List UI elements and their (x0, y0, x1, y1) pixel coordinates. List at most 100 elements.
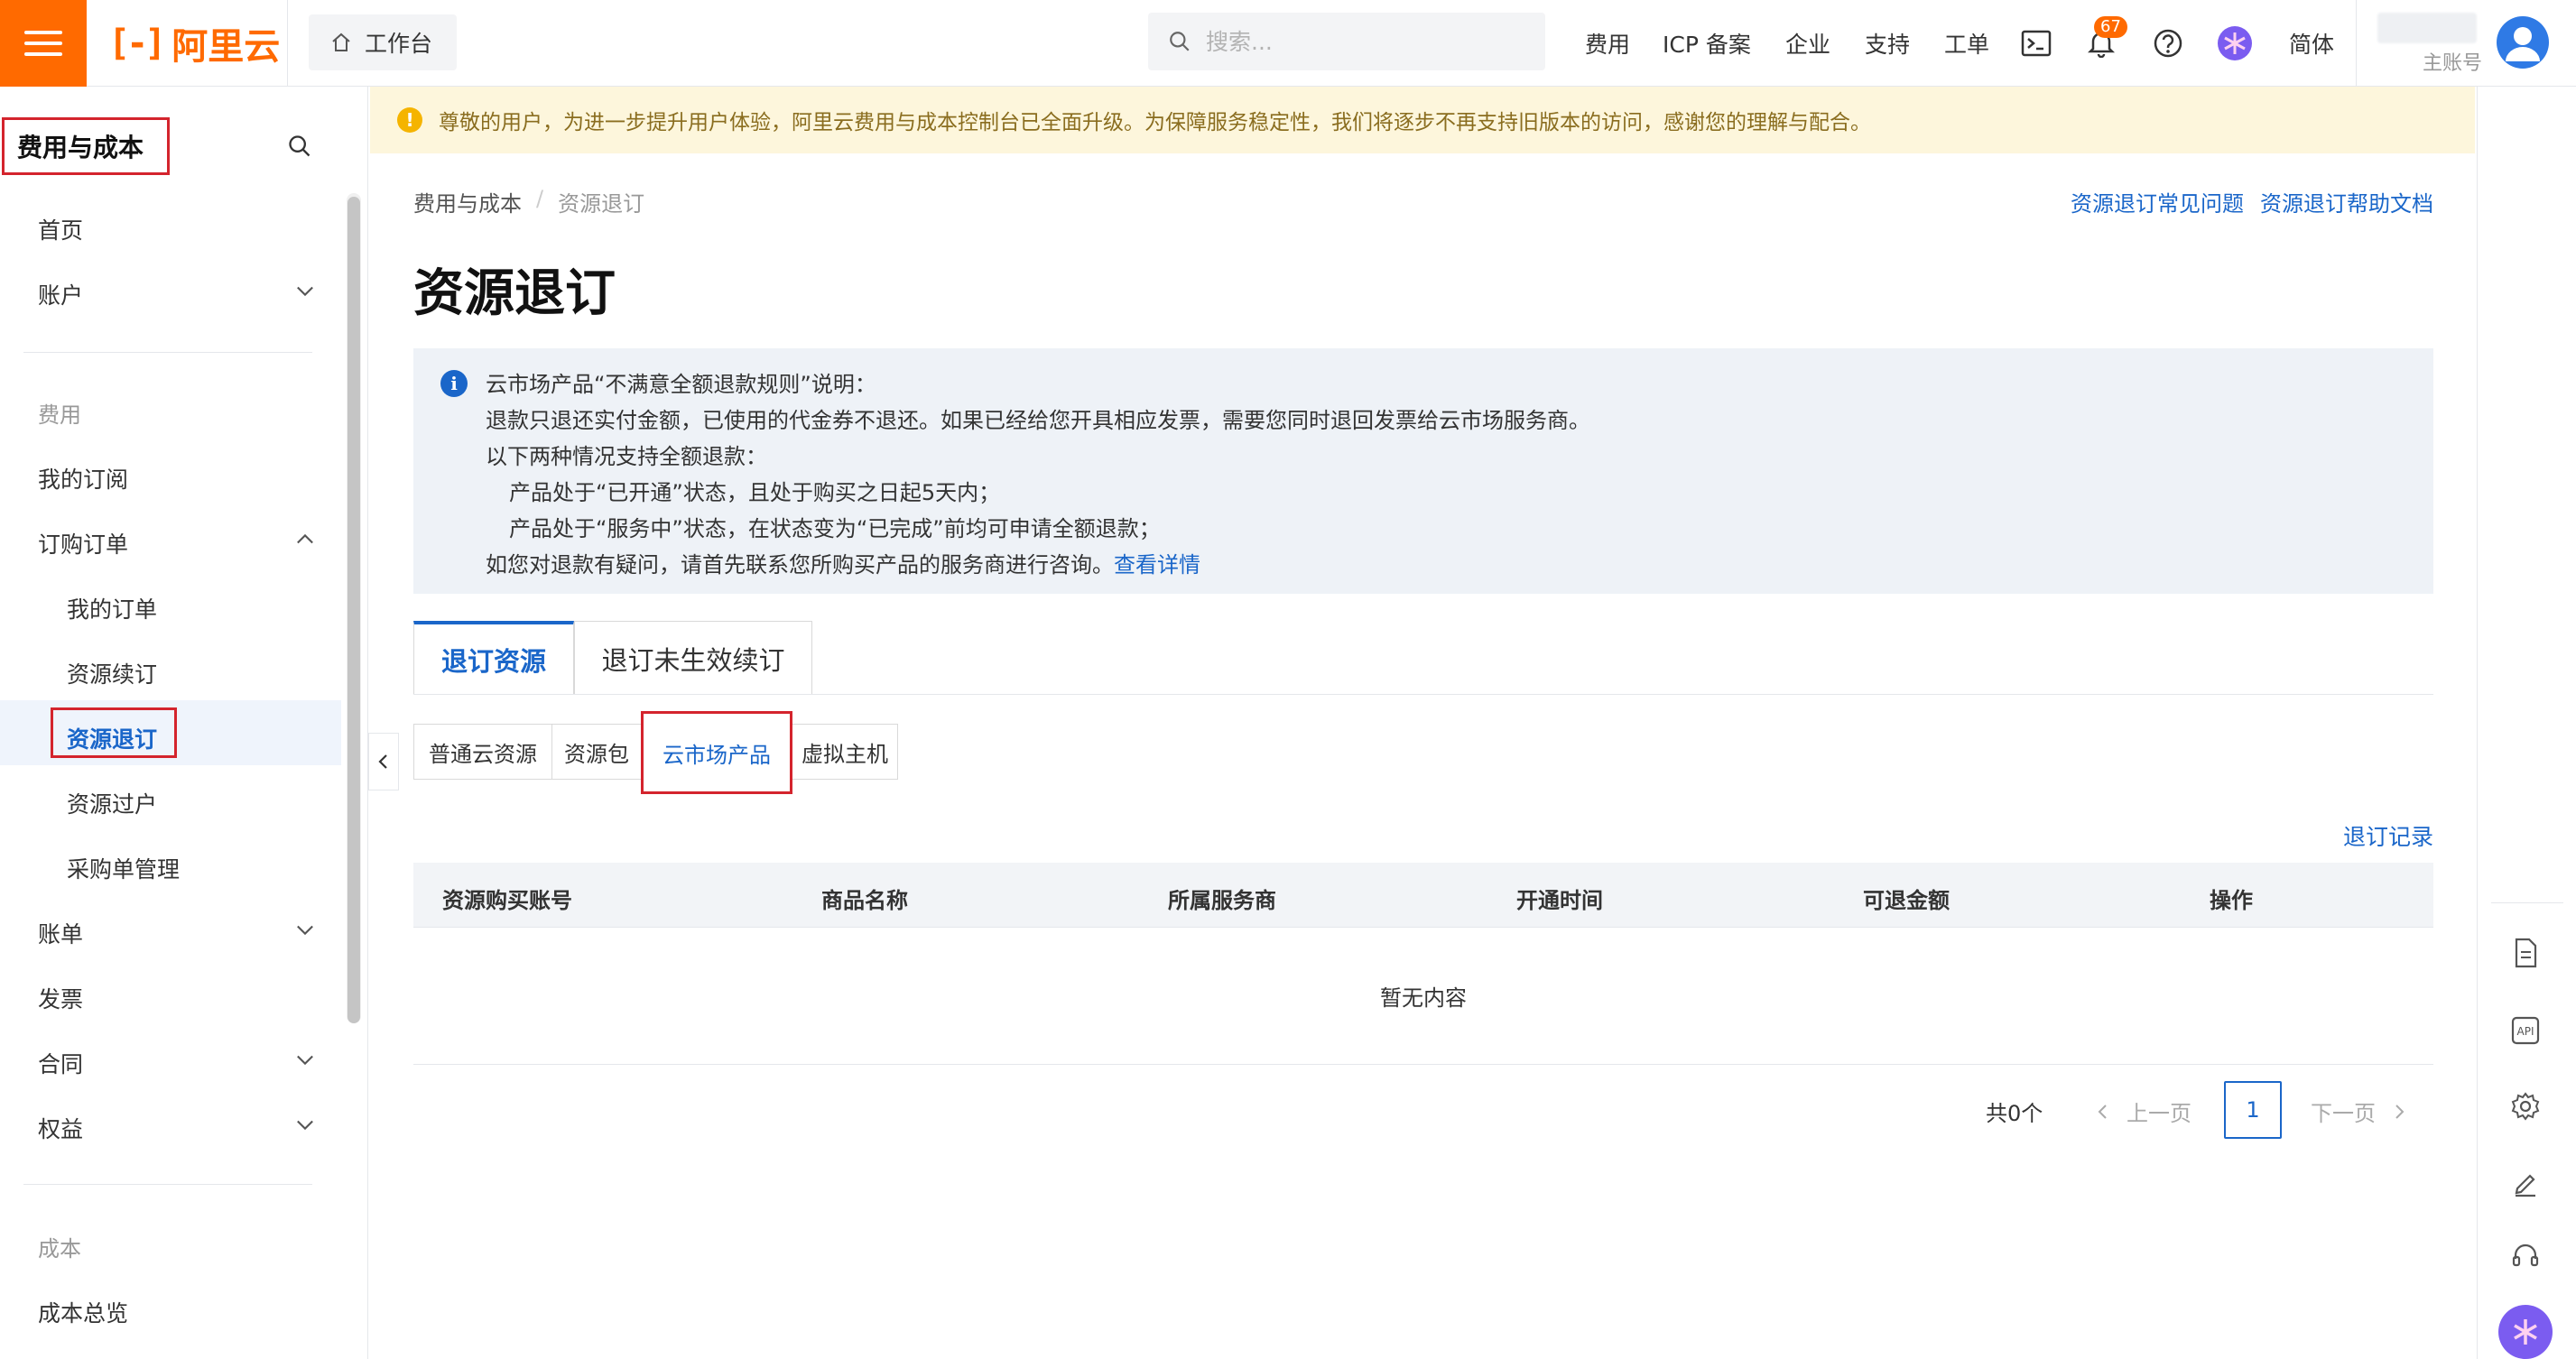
sidebar-group-cost: 成本 (38, 1236, 81, 1262)
column-header: 商品名称 (821, 888, 908, 913)
help-icon[interactable] (2148, 23, 2188, 63)
workbench-label: 工作台 (365, 31, 433, 57)
nav-ticket[interactable]: 工单 (1944, 0, 1989, 87)
chevron-up-icon[interactable] (292, 527, 318, 558)
nav-fee[interactable]: 费用 (1585, 0, 1630, 87)
chevron-down-icon[interactable] (292, 1047, 318, 1077)
help-doc-link[interactable]: 资源退订帮助文档 (2260, 186, 2433, 217)
main-tabs: 退订资源 退订未生效续订 (413, 621, 812, 695)
logo-text: 阿里云 (171, 26, 281, 68)
edit-icon[interactable] (2502, 1159, 2549, 1206)
chevron-down-icon[interactable] (292, 1112, 318, 1142)
sidebar-item-my-orders[interactable]: 我的订单 (67, 592, 157, 624)
view-details-link[interactable]: 查看详情 (1114, 552, 1200, 578)
notice-line: 产品处于“已开通”状态，且处于购买之日起5天内； (509, 480, 1001, 505)
divider (2356, 0, 2357, 87)
table-header: 资源购买账号 商品名称 所属服务商 开通时间 可退金额 操作 (413, 863, 2433, 928)
column-header: 操作 (2210, 888, 2253, 913)
subtab-marketplace[interactable]: 云市场产品 (641, 711, 792, 794)
upgrade-banner: ! 尊敬的用户，为进一步提升用户体验，阿里云费用与成本控制台已全面升级。为保障服… (370, 87, 2475, 153)
chevron-down-icon[interactable] (292, 917, 318, 948)
sidebar-item-cost-overview[interactable]: 成本总览 (38, 1296, 128, 1328)
sidebar-item-unsubscribe[interactable]: 资源退订 (67, 722, 157, 754)
pagination-next-button[interactable]: 下一页 (2311, 1096, 2406, 1127)
tab-unsubscribe-renewals[interactable]: 退订未生效续订 (574, 621, 812, 695)
sidebar-item-home[interactable]: 首页 (38, 213, 83, 245)
search-icon (1170, 32, 1190, 51)
sidebar-item-renew[interactable]: 资源续订 (67, 657, 157, 689)
column-header: 资源购买账号 (442, 888, 572, 913)
tab-unsubscribe-resources[interactable]: 退订资源 (413, 621, 574, 695)
gear-icon[interactable] (2502, 1083, 2549, 1130)
banner-text: 尊敬的用户，为进一步提升用户体验，阿里云费用与成本控制台已全面升级。为保障服务稳… (439, 111, 1871, 134)
ai-assistant-icon[interactable] (2215, 23, 2255, 63)
chevron-down-icon[interactable] (292, 278, 318, 309)
faq-link[interactable]: 资源退订常见问题 (2071, 186, 2244, 217)
subtab-virtual-host[interactable]: 虚拟主机 (792, 724, 898, 780)
divider (287, 0, 288, 87)
aliyun-logo[interactable]: [-] 阿里云 (108, 23, 280, 68)
subtab-resource-packs[interactable]: 资源包 (551, 724, 642, 780)
chevron-left-icon (2098, 1104, 2107, 1119)
breadcrumb-separator: / (536, 186, 544, 211)
pagination-prev-button[interactable]: 上一页 (2096, 1096, 2191, 1127)
prev-label: 上一页 (2127, 1101, 2191, 1126)
sidebar-divider (23, 352, 312, 353)
notice-line: 如您对退款有疑问，请首先联系您所购买产品的服务商进行咨询。 (486, 552, 1114, 578)
subtab-cloud-resources[interactable]: 普通云资源 (413, 724, 552, 780)
chevron-right-icon (2395, 1104, 2405, 1119)
global-search[interactable] (1148, 13, 1545, 70)
account-type-label: 主账号 (2423, 52, 2483, 75)
column-header: 可退金额 (1863, 888, 1950, 913)
logo-mark: [-] (108, 23, 166, 64)
sidebar-item-procurement[interactable]: 采购单管理 (67, 852, 180, 884)
collapse-sidebar-button[interactable] (368, 733, 399, 790)
terminal-icon[interactable] (2016, 23, 2056, 63)
sidebar-item-contract[interactable]: 合同 (38, 1047, 83, 1079)
sidebar-item-account[interactable]: 账户 (38, 278, 83, 310)
notification-badge: 67 (2094, 16, 2127, 38)
language-switch[interactable]: 简体 (2289, 0, 2334, 87)
rail-divider (2491, 902, 2563, 903)
sidebar-item-subscription[interactable]: 我的订阅 (38, 462, 128, 495)
sidebar-search-icon[interactable] (287, 134, 312, 164)
workbench-button[interactable]: 工作台 (309, 14, 457, 70)
sidebar-scrollbar-thumb[interactable] (347, 197, 360, 1023)
sidebar-group-fee: 费用 (38, 402, 81, 428)
api-icon[interactable]: API (2502, 1007, 2549, 1054)
avatar[interactable] (2497, 16, 2549, 69)
next-label: 下一页 (2311, 1101, 2376, 1126)
sidebar-item-transfer[interactable]: 资源过户 (67, 787, 157, 819)
nav-enterprise[interactable]: 企业 (1785, 0, 1830, 87)
ai-assistant-icon[interactable] (2498, 1305, 2553, 1359)
pagination-page-current[interactable]: 1 (2224, 1081, 2282, 1139)
svg-text:API: API (2517, 1025, 2534, 1038)
column-header: 所属服务商 (1168, 888, 1276, 913)
headset-icon[interactable] (2502, 1233, 2549, 1280)
search-input[interactable] (1206, 28, 1531, 55)
notice-line: 产品处于“服务中”状态，在状态变为“已完成”前均可申请全额退款； (509, 516, 1161, 541)
nav-icp[interactable]: ICP 备案 (1663, 0, 1751, 87)
notice-line-last: 如您对退款有疑问，请首先联系您所购买产品的服务商进行咨询。查看详情 (486, 547, 2433, 583)
info-icon: i (440, 370, 468, 397)
help-links: 资源退订常见问题 资源退订帮助文档 (2071, 186, 2433, 217)
page-title: 资源退订 (413, 264, 616, 323)
notice-line: 以下两种情况支持全额退款： (486, 444, 767, 469)
home-icon (332, 32, 350, 51)
refund-notice: i 云市场产品“不满意全额退款规则”说明： 退款只退还实付金额，已使用的代金券不… (413, 348, 2433, 594)
document-icon[interactable] (2502, 929, 2549, 976)
user-name-blurred[interactable] (2377, 13, 2477, 43)
breadcrumb-root[interactable]: 费用与成本 (413, 186, 522, 217)
sidebar-item-invoice[interactable]: 发票 (38, 982, 83, 1014)
warning-icon: ! (397, 107, 422, 133)
column-header: 开通时间 (1516, 888, 1603, 913)
notice-line: 云市场产品“不满意全额退款规则”说明： (486, 372, 876, 397)
notice-line: 退款只退还实付金额，已使用的代金券不退还。如果已经给您开具相应发票，需要您同时退… (486, 408, 1590, 433)
unsubscribe-records-link[interactable]: 退订记录 (2343, 819, 2433, 852)
sidebar-item-bill[interactable]: 账单 (38, 917, 83, 949)
menu-hamburger-icon[interactable] (0, 0, 87, 87)
nav-support[interactable]: 支持 (1865, 0, 1910, 87)
sidebar-item-purchase-orders[interactable]: 订购订单 (38, 527, 128, 559)
sidebar-item-benefits[interactable]: 权益 (38, 1112, 83, 1144)
empty-state: 暂无内容 (413, 928, 2433, 1065)
